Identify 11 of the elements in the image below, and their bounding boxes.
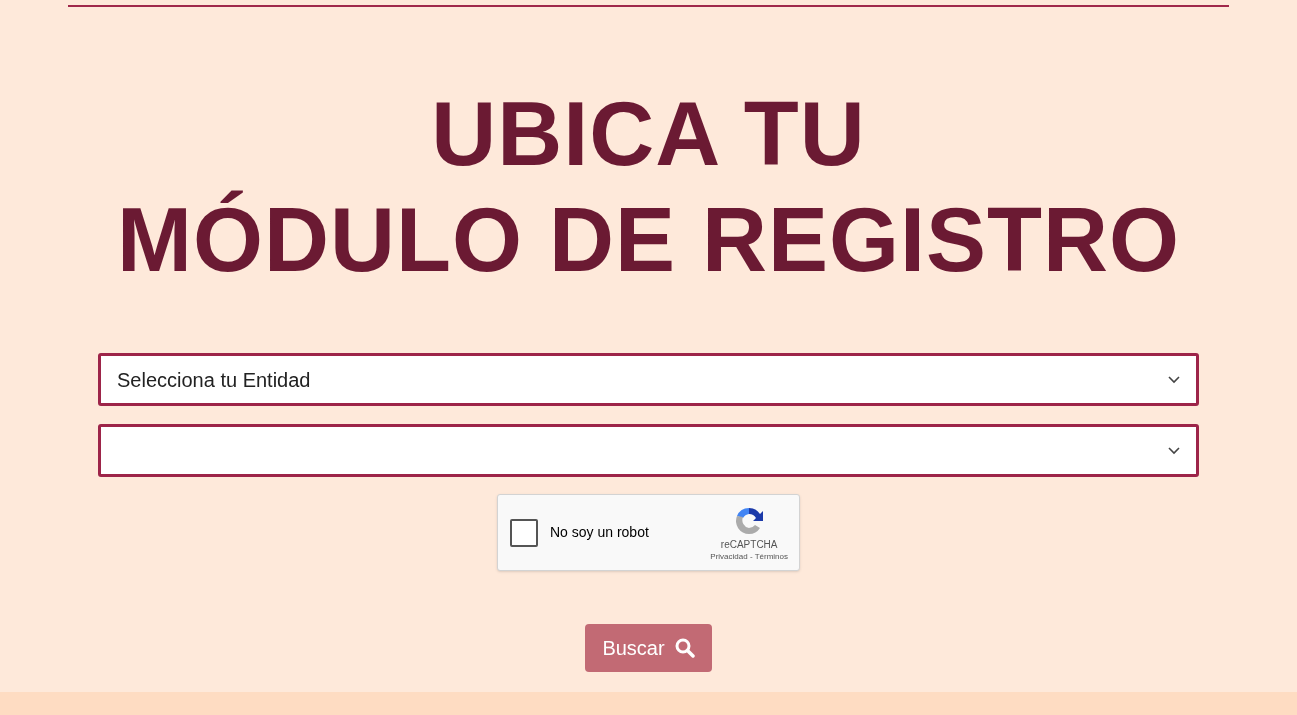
- captcha-label: No soy un robot: [550, 523, 649, 542]
- checkbox[interactable]: [510, 518, 538, 547]
- recaptcha-logo-icon: [733, 505, 766, 537]
- chevron-down-icon: [1168, 375, 1180, 384]
- search-icon: [674, 638, 695, 658]
- recaptcha-brand: reCAPTCHA: [720, 539, 778, 551]
- dropdown-field[interactable]: Selecciona tu Entidad: [98, 353, 1199, 406]
- dropdown-field[interactable]: [98, 424, 1199, 477]
- privacy-terms-links[interactable]: Privacidad - Términos: [710, 552, 788, 562]
- page-title: UBICA TU MÓDULO DE REGISTRO: [117, 83, 1180, 292]
- chevron-down-icon: [1168, 446, 1180, 455]
